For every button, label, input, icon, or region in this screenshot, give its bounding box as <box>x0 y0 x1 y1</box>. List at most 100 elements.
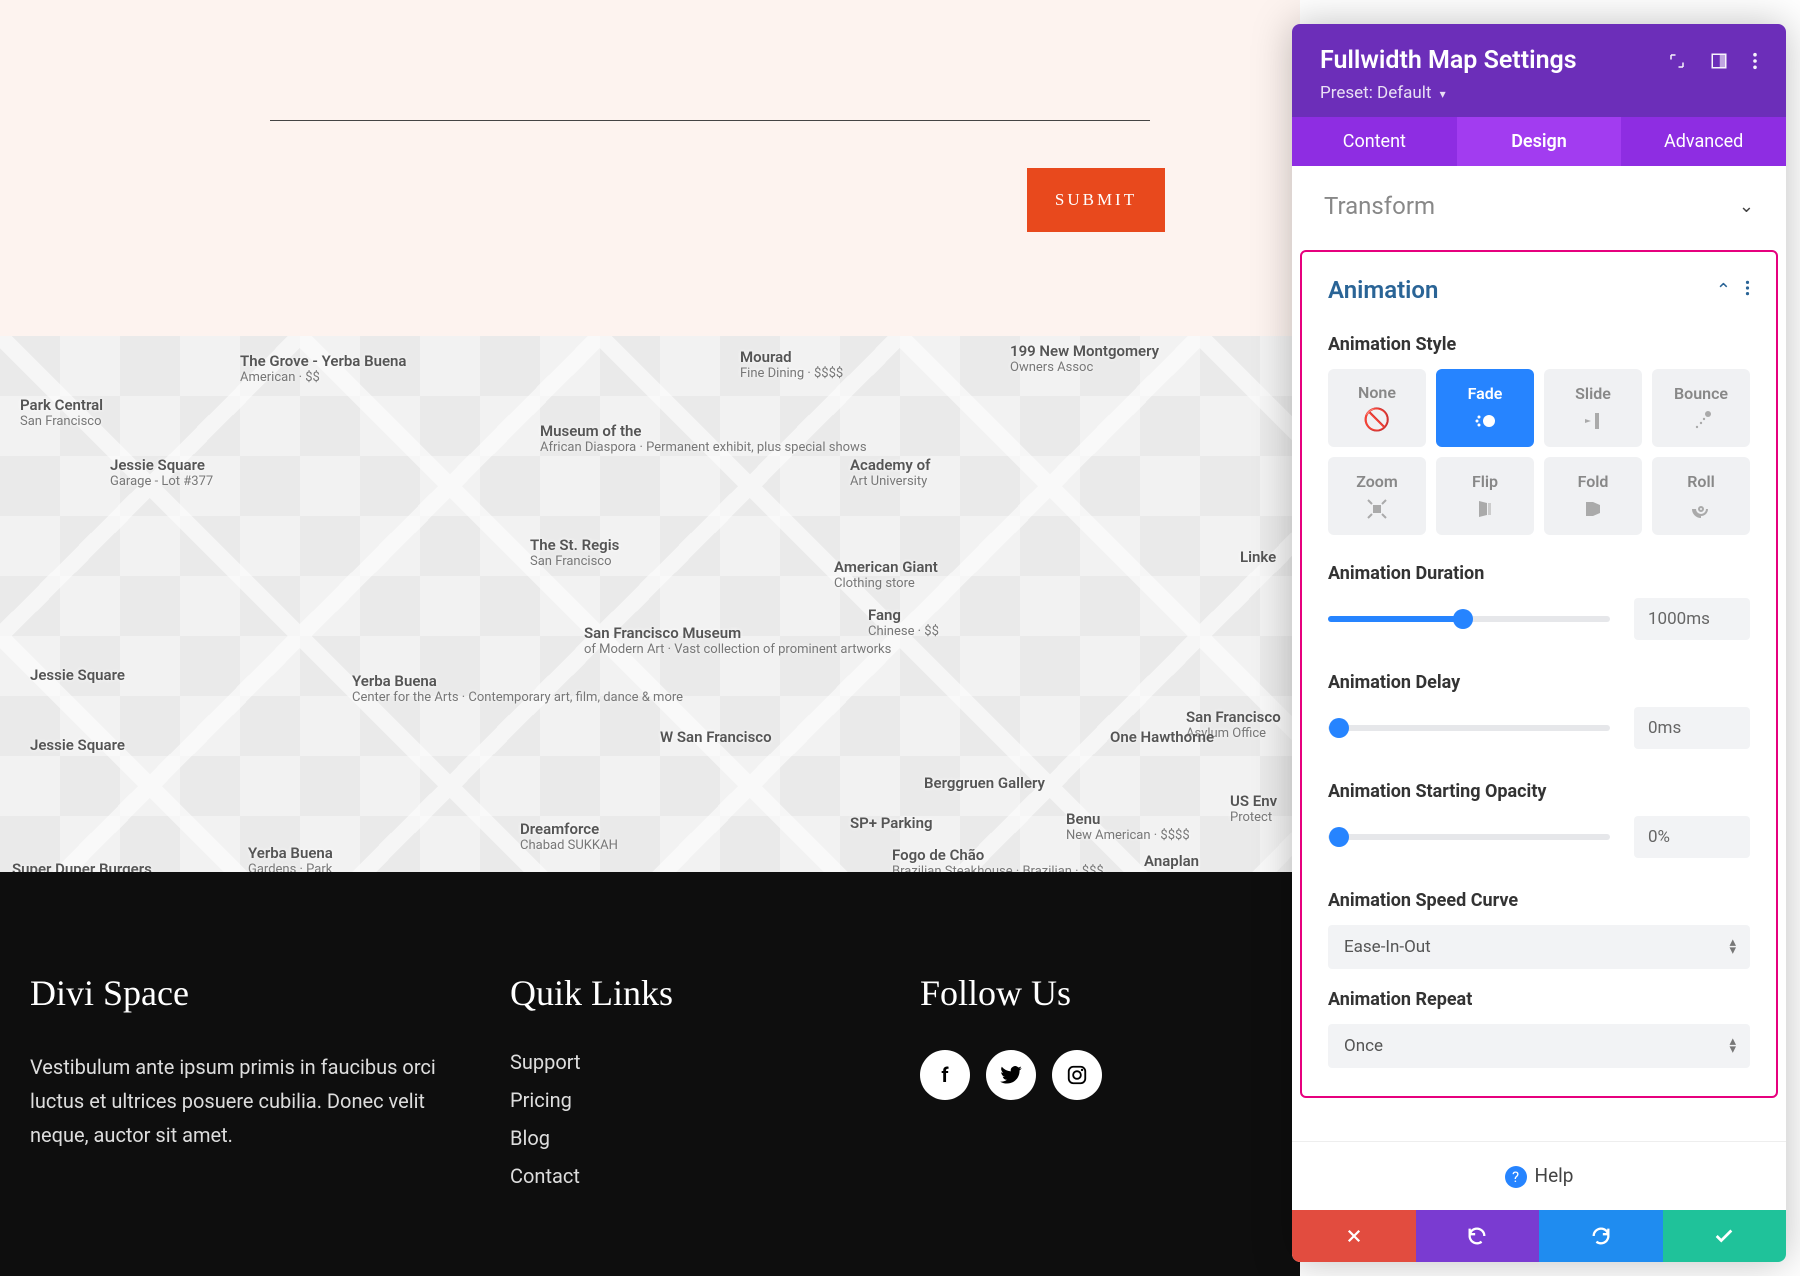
tab-advanced[interactable]: Advanced <box>1621 117 1786 166</box>
map-poi-label: BenuNew American · $$$$ <box>1066 810 1190 843</box>
transform-label: Transform <box>1324 192 1435 220</box>
chevron-down-icon: ⌄ <box>1739 196 1754 217</box>
style-fold-label: Fold <box>1578 472 1609 491</box>
style-fade-label: Fade <box>1468 384 1503 403</box>
caret-down-icon: ▾ <box>1440 87 1446 101</box>
undo-button[interactable] <box>1416 1210 1540 1262</box>
animation-duration-label: Animation Duration <box>1302 563 1776 584</box>
style-none[interactable]: None 🚫 <box>1328 369 1426 447</box>
map-poi-label: DreamforceChabad SUKKAH <box>520 820 618 853</box>
animation-repeat-label: Animation Repeat <box>1302 989 1776 1010</box>
map-poi-label: The Grove - Yerba BuenaAmerican · $$ <box>240 352 406 385</box>
help-row[interactable]: ?Help <box>1292 1141 1786 1210</box>
footer-links-title: Quik Links <box>510 972 860 1014</box>
map-poi-label: Anaplan <box>1144 852 1199 870</box>
opacity-value[interactable]: 0% <box>1634 816 1750 858</box>
preset-label: Preset: <box>1320 83 1373 103</box>
style-fold[interactable]: Fold <box>1544 457 1642 535</box>
style-roll[interactable]: Roll <box>1652 457 1750 535</box>
tab-design[interactable]: Design <box>1457 117 1622 166</box>
animation-title[interactable]: Animation <box>1328 276 1438 304</box>
map-poi-label: Jessie Square <box>30 736 125 754</box>
panel-header: Fullwidth Map Settings Preset: Default ▾… <box>1292 24 1786 166</box>
action-bar <box>1292 1210 1786 1262</box>
style-fade[interactable]: Fade <box>1436 369 1534 447</box>
curve-select[interactable]: Ease-In-Out ▴▾ <box>1328 925 1750 969</box>
confirm-button[interactable] <box>1663 1210 1787 1262</box>
style-flip[interactable]: Flip <box>1436 457 1534 535</box>
animation-section: Animation ⌃ Animation Style None 🚫 Fade <box>1300 250 1778 1098</box>
tab-content[interactable]: Content <box>1292 117 1457 166</box>
bounce-icon <box>1689 409 1713 433</box>
style-zoom[interactable]: Zoom <box>1328 457 1426 535</box>
map-poi-label: Linke <box>1240 548 1276 566</box>
map-poi-label: W San Francisco <box>660 728 772 746</box>
twitter-icon[interactable] <box>986 1050 1036 1100</box>
opacity-slider[interactable] <box>1328 834 1610 840</box>
map-poi-label: US EnvProtect <box>1230 792 1277 825</box>
roll-icon <box>1689 497 1713 521</box>
preset-selector[interactable]: Preset: Default ▾ <box>1320 83 1758 103</box>
animation-style-grid: None 🚫 Fade Slide Bounce <box>1302 369 1776 555</box>
textarea-underline <box>270 120 1150 121</box>
slide-icon <box>1581 409 1605 433</box>
animation-delay-label: Animation Delay <box>1302 672 1776 693</box>
map-poi-label: The St. RegisSan Francisco <box>530 536 619 569</box>
map-roads-overlay <box>0 336 1300 872</box>
animation-style-label: Animation Style <box>1302 334 1776 355</box>
panel-title: Fullwidth Map Settings <box>1320 46 1577 75</box>
delay-slider[interactable] <box>1328 725 1610 731</box>
footer-section: Divi Space Vestibulum ante ipsum primis … <box>0 872 1300 1276</box>
transform-section-toggle[interactable]: Transform ⌄ <box>1292 166 1786 246</box>
map-poi-label: 199 New MontgomeryOwners Assoc <box>1010 342 1159 375</box>
page-canvas: SUBMIT The Grove - Yerba BuenaAmerican ·… <box>0 0 1300 1276</box>
duration-value[interactable]: 1000ms <box>1634 598 1750 640</box>
chevron-up-icon[interactable]: ⌃ <box>1716 280 1731 301</box>
style-zoom-label: Zoom <box>1356 472 1398 491</box>
footer-link[interactable]: Contact <box>510 1164 860 1188</box>
panel-body: Transform ⌄ Animation ⌃ Animation Style … <box>1292 166 1786 1141</box>
expand-icon[interactable] <box>1668 52 1686 70</box>
map-poi-label: Fogo de ChãoBrazilian Steakhouse · Brazi… <box>892 846 1104 872</box>
map-poi-label: Super Duper Burgers$$ <box>12 860 152 872</box>
select-arrows-icon: ▴▾ <box>1729 1038 1736 1054</box>
footer-title: Divi Space <box>30 972 450 1014</box>
section-kebab-icon[interactable] <box>1745 280 1750 301</box>
style-slide-label: Slide <box>1575 384 1611 403</box>
map-poi-label: Yerba BuenaCenter for the Arts · Contemp… <box>352 672 683 705</box>
footer-link[interactable]: Support <box>510 1050 860 1074</box>
settings-panel: Fullwidth Map Settings Preset: Default ▾… <box>1292 24 1786 1262</box>
style-none-label: None <box>1358 383 1396 402</box>
help-icon: ? <box>1505 1166 1527 1188</box>
form-section: SUBMIT <box>0 0 1300 336</box>
facebook-icon[interactable]: f <box>920 1050 970 1100</box>
curve-value: Ease-In-Out <box>1344 937 1431 957</box>
select-arrows-icon: ▴▾ <box>1729 939 1736 955</box>
footer-link[interactable]: Blog <box>510 1126 860 1150</box>
map-poi-label: One Hawthorne <box>1110 728 1214 746</box>
map-poi-label: SP+ Parking <box>850 814 932 832</box>
cancel-button[interactable] <box>1292 1210 1416 1262</box>
submit-button[interactable]: SUBMIT <box>1027 168 1165 232</box>
map-section[interactable]: The Grove - Yerba BuenaAmerican · $$Mour… <box>0 336 1300 872</box>
style-slide[interactable]: Slide <box>1544 369 1642 447</box>
duration-slider[interactable] <box>1328 616 1610 622</box>
instagram-icon[interactable] <box>1052 1050 1102 1100</box>
style-flip-label: Flip <box>1472 472 1498 491</box>
map-poi-label: Jessie SquareGarage - Lot #377 <box>110 456 213 489</box>
footer-link[interactable]: Pricing <box>510 1088 860 1112</box>
style-bounce-label: Bounce <box>1674 384 1728 403</box>
style-bounce[interactable]: Bounce <box>1652 369 1750 447</box>
delay-value[interactable]: 0ms <box>1634 707 1750 749</box>
map-poi-label: FangChinese · $$ <box>868 606 939 639</box>
map-poi-label: Academy ofArt University <box>850 456 930 489</box>
map-poi-label: American GiantClothing store <box>834 558 938 591</box>
repeat-select[interactable]: Once ▴▾ <box>1328 1024 1750 1068</box>
kebab-menu-icon[interactable] <box>1752 52 1758 70</box>
animation-curve-label: Animation Speed Curve <box>1302 890 1776 911</box>
dock-icon[interactable] <box>1710 52 1728 70</box>
map-poi-label: Jessie Square <box>30 666 125 684</box>
redo-button[interactable] <box>1539 1210 1663 1262</box>
footer-follow-title: Follow Us <box>920 972 1270 1014</box>
flip-icon <box>1473 497 1497 521</box>
